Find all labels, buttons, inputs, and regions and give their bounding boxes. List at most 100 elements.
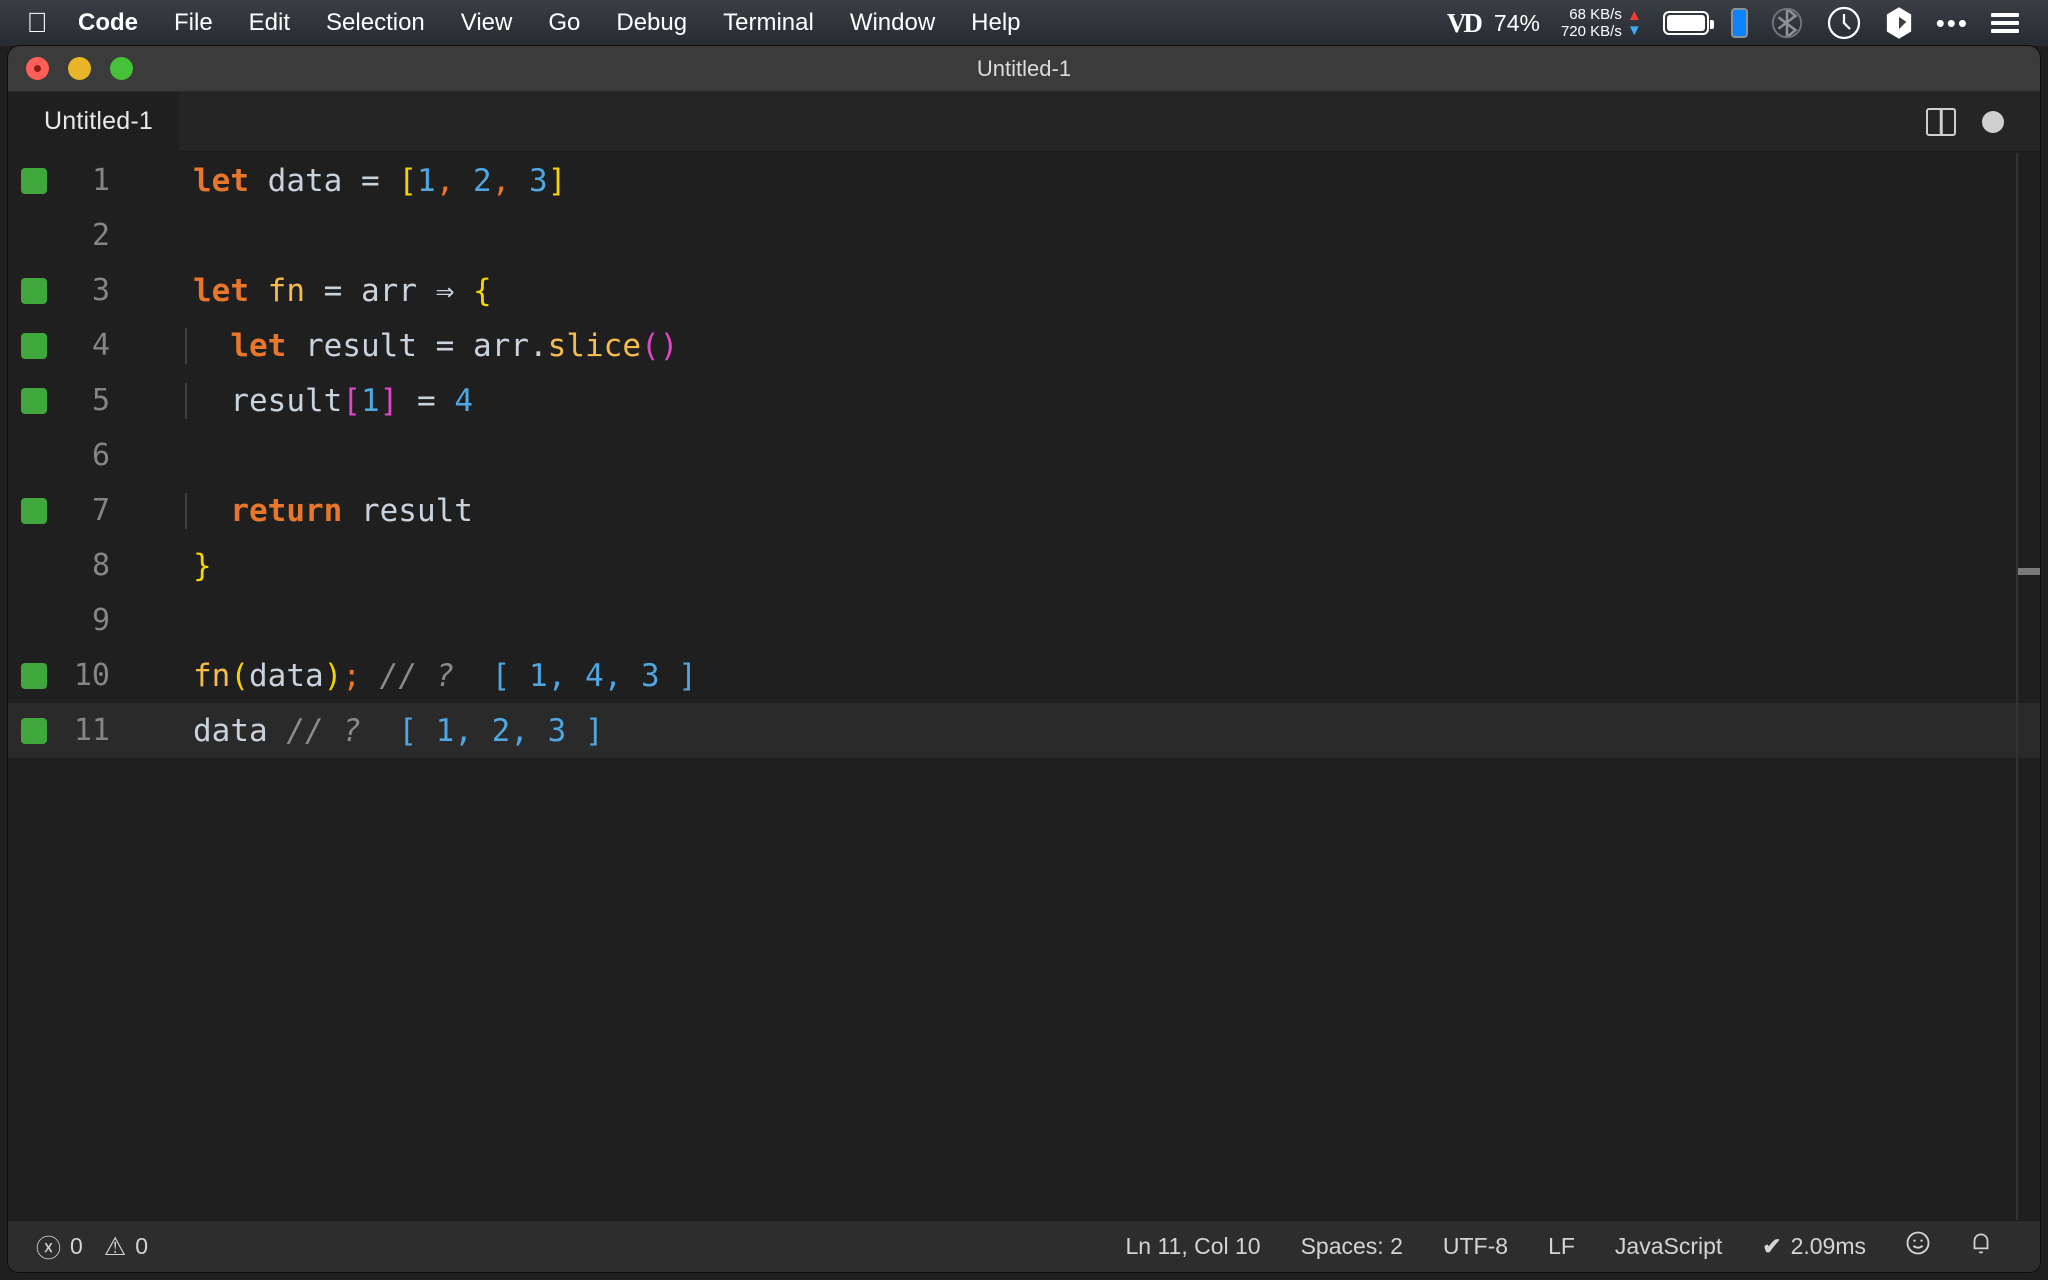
- warning-icon: ⚠: [103, 1232, 127, 1261]
- window-controls: [26, 57, 133, 80]
- code-line-text: data // ? [ 1, 2, 3 ]: [138, 713, 604, 749]
- bluetooth-icon[interactable]: [1759, 0, 1815, 46]
- indentation-setting[interactable]: Spaces: 2: [1281, 1233, 1423, 1260]
- code-line[interactable]: 7 return result: [8, 483, 2040, 538]
- menu-item-edit[interactable]: Edit: [231, 0, 308, 46]
- code-line[interactable]: 1 let data = [1, 2, 3]: [8, 153, 2040, 208]
- notification-bell-icon[interactable]: [1950, 1229, 2012, 1264]
- menu-item-view[interactable]: View: [443, 0, 531, 46]
- code-line[interactable]: 6: [8, 428, 2040, 483]
- git-change-marker[interactable]: [21, 717, 47, 744]
- code-token: result: [360, 492, 473, 529]
- status-bar-left: ⓧ 0 ⚠ 0: [8, 1229, 168, 1265]
- code-line[interactable]: 9: [8, 593, 2040, 648]
- vd-logo-icon: VD: [1446, 7, 1483, 38]
- code-token: 1: [360, 382, 380, 419]
- split-editor-icon[interactable]: [1926, 107, 1956, 136]
- git-change-marker[interactable]: [21, 662, 47, 689]
- network-download-speed: 720 KB/s: [1560, 23, 1622, 40]
- menu-item-selection[interactable]: Selection: [308, 0, 443, 46]
- code-lines-container: 1 let data = [1, 2, 3] 2 3 let fn = arr ⇒ {4…: [8, 153, 2040, 758]
- code-line[interactable]: 2: [8, 208, 2040, 263]
- code-line-text: let data = [1, 2, 3]: [138, 163, 566, 199]
- git-change-marker[interactable]: [21, 167, 47, 194]
- network-speed-indicator[interactable]: 68 KB/s 720 KB/s ▲ ▼: [1551, 6, 1652, 40]
- close-window-button[interactable]: [26, 57, 49, 80]
- tab-untitled-1[interactable]: Untitled-1: [8, 91, 179, 152]
- language-mode[interactable]: JavaScript: [1595, 1233, 1742, 1260]
- menu-bar-items:  Code File Edit Selection View Go Debug…: [0, 0, 1039, 46]
- control-center-icon[interactable]: [1980, 0, 2030, 46]
- menu-item-help[interactable]: Help: [953, 0, 1038, 46]
- git-change-marker[interactable]: [21, 387, 47, 414]
- problems-indicator[interactable]: ⓧ 0 ⚠ 0: [36, 1229, 168, 1265]
- code-token: arr: [361, 272, 418, 309]
- maximize-window-button[interactable]: [110, 57, 133, 80]
- line-number: 2: [91, 218, 110, 253]
- code-line[interactable]: 8}: [8, 538, 2040, 593]
- quokka-status[interactable]: ✔ 2.09ms: [1742, 1233, 1886, 1260]
- code-token: }: [193, 547, 212, 584]
- menu-item-debug[interactable]: Debug: [598, 0, 705, 46]
- window-titlebar: Untitled-1: [8, 46, 2040, 92]
- vitals-battery-menu[interactable]: VD 74%: [1436, 0, 1551, 46]
- menu-item-window[interactable]: Window: [832, 0, 953, 46]
- code-token: // ?: [286, 712, 361, 749]
- code-token: return: [230, 492, 343, 529]
- cursor-position[interactable]: Ln 11, Col 10: [1105, 1233, 1280, 1260]
- code-token: [: [398, 162, 418, 199]
- code-token: (): [641, 327, 679, 364]
- status-bar-right: Ln 11, Col 10 Spaces: 2 UTF-8 LF JavaScr…: [1105, 1229, 2040, 1264]
- code-token: result: [305, 327, 417, 364]
- clock-icon[interactable]: [1815, 0, 1873, 46]
- code-token: ⇒: [435, 272, 455, 309]
- eol-setting[interactable]: LF: [1528, 1233, 1595, 1260]
- feedback-smiley-icon[interactable]: [1886, 1229, 1950, 1264]
- indent-guide: [185, 382, 187, 419]
- git-change-marker[interactable]: [21, 332, 47, 359]
- code-line[interactable]: 5 result[1] = 4: [8, 373, 2040, 428]
- code-token: data: [249, 657, 324, 694]
- editor-actions: [1926, 107, 2040, 136]
- iphone-battery-icon[interactable]: [1720, 0, 1759, 46]
- quokka-exec-time: 2.09ms: [1790, 1233, 1866, 1259]
- code-editor[interactable]: 1 let data = [1, 2, 3] 2 3 let fn = arr ⇒ {4…: [8, 153, 2040, 1220]
- menu-item-code[interactable]: Code: [60, 0, 156, 46]
- git-change-marker[interactable]: [21, 277, 47, 304]
- app-menu-icon[interactable]: [1873, 0, 1925, 46]
- code-line-text: let result = arr.slice(): [138, 327, 679, 364]
- menu-item-go[interactable]: Go: [530, 0, 598, 46]
- battery-status-icon[interactable]: [1652, 0, 1720, 46]
- more-dots-icon[interactable]: •••: [1925, 0, 1980, 46]
- code-token: data: [267, 162, 343, 199]
- status-bar: ⓧ 0 ⚠ 0 Ln 11, Col 10 Spaces: 2 UTF-8 LF…: [8, 1220, 2040, 1272]
- editor-scrollbar[interactable]: [2016, 153, 2040, 1220]
- code-line[interactable]: 11 data // ? [ 1, 2, 3 ]: [8, 703, 2040, 758]
- scrollbar-thumb[interactable]: [2018, 568, 2040, 575]
- menu-item-file[interactable]: File: [156, 0, 231, 46]
- code-line[interactable]: 10 fn(data); // ? [ 1, 4, 3 ]: [8, 648, 2040, 703]
- warning-count: 0: [135, 1233, 149, 1259]
- code-line[interactable]: 3 let fn = arr ⇒ {: [8, 263, 2040, 318]
- code-line-text: let fn = arr ⇒ {: [138, 273, 492, 309]
- encoding-setting[interactable]: UTF-8: [1423, 1233, 1528, 1260]
- code-line[interactable]: 4 let result = arr.slice(): [8, 318, 2040, 373]
- code-token: ;: [342, 657, 361, 694]
- apple-logo-icon[interactable]: : [14, 9, 60, 37]
- git-change-marker[interactable]: [21, 497, 47, 524]
- unsaved-dot-icon[interactable]: [1982, 110, 2004, 133]
- menu-item-terminal[interactable]: Terminal: [705, 0, 832, 46]
- minimize-window-button[interactable]: [68, 57, 91, 80]
